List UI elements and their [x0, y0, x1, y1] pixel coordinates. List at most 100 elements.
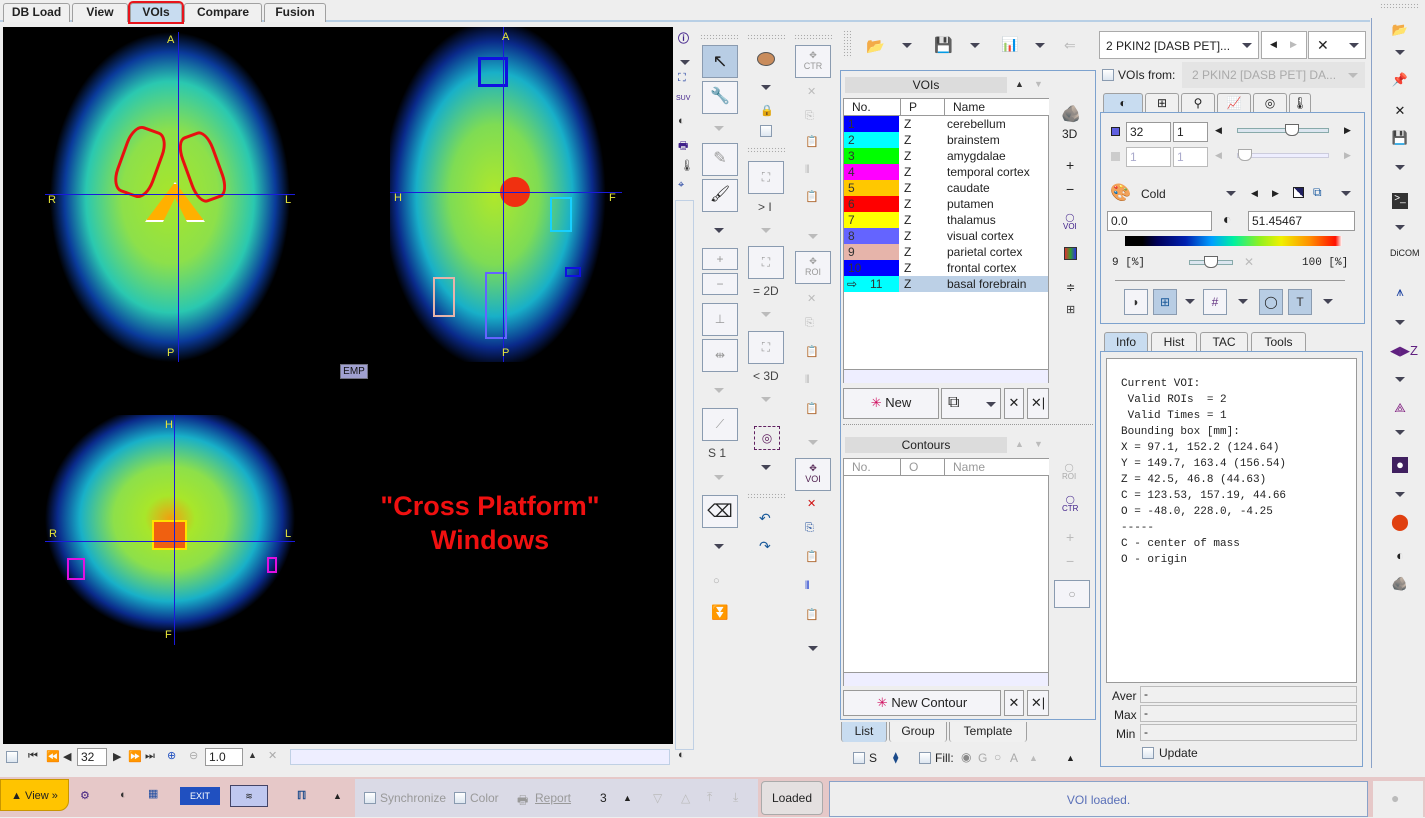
- chevron-down-icon[interactable]: [808, 234, 818, 239]
- chevron-down-icon[interactable]: [1395, 225, 1405, 230]
- column-name[interactable]: Name: [945, 459, 1049, 476]
- slice-input[interactable]: 32: [77, 748, 107, 766]
- user-icon[interactable]: ⩚: [1390, 284, 1410, 300]
- text-button[interactable]: T: [1288, 289, 1312, 315]
- chevron-down-icon[interactable]: [1395, 377, 1405, 382]
- voi-row[interactable]: 11 Zbasal forebrain ⇨: [844, 276, 1048, 292]
- footer-up-icon[interactable]: ▲: [1066, 753, 1075, 763]
- collapse-up-icon[interactable]: ▲: [1015, 439, 1024, 449]
- close-icon[interactable]: ✕: [1317, 37, 1329, 54]
- voi-row[interactable]: 9 Zparietal cortex: [844, 244, 1048, 260]
- chevron-down-icon[interactable]: [902, 43, 912, 48]
- frame-next-icon[interactable]: ▶: [1344, 150, 1351, 161]
- tab-vois[interactable]: VOIs: [128, 1, 184, 24]
- slice-field[interactable]: 32: [1126, 122, 1171, 142]
- chevron-down-icon[interactable]: [714, 126, 724, 131]
- voi-hscrollbar[interactable]: [844, 369, 1048, 383]
- fill-checkbox[interactable]: [919, 752, 931, 764]
- prev-series-icon[interactable]: ◀: [1270, 39, 1277, 50]
- g-radio[interactable]: ◉: [961, 750, 971, 764]
- clear-threshold-icon[interactable]: ✕: [1244, 255, 1254, 269]
- crosshair-icon[interactable]: ⌖: [678, 179, 684, 192]
- paste-icon[interactable]: 📋: [805, 135, 819, 148]
- paste-icon[interactable]: 📋: [805, 345, 819, 358]
- mirror-icon[interactable]: ⫴: [805, 164, 810, 177]
- console-icon[interactable]: >_: [1392, 193, 1408, 209]
- align-icon[interactable]: ≑: [1066, 281, 1075, 294]
- tab-db-load[interactable]: DB Load: [3, 3, 70, 22]
- voi-row[interactable]: 8 Zvisual cortex: [844, 228, 1048, 244]
- voi-row[interactable]: 1 Zcerebellum: [844, 116, 1048, 132]
- contour-shape-button[interactable]: ○: [1054, 580, 1090, 608]
- chevron-down-icon[interactable]: [808, 440, 818, 445]
- horizontal-scrollbar[interactable]: [290, 749, 670, 765]
- frame-field[interactable]: 1: [1173, 122, 1208, 142]
- roi-icon[interactable]: ◯ ROI: [1062, 463, 1076, 481]
- tools-scrollbar[interactable]: [675, 200, 694, 750]
- sagittal-view[interactable]: A P H F: [390, 27, 622, 362]
- pointer-tool-button[interactable]: ↖: [702, 45, 738, 78]
- voi-color-swatch[interactable]: 3: [844, 148, 899, 164]
- color-icon[interactable]: [1064, 247, 1077, 260]
- column-name[interactable]: Name: [945, 99, 1049, 116]
- tab-marker[interactable]: ⚲: [1181, 93, 1215, 112]
- threshold-slider[interactable]: [1189, 256, 1233, 268]
- tab-group[interactable]: Group: [889, 722, 947, 742]
- region-select-icon[interactable]: ◎: [754, 426, 780, 450]
- network-icon[interactable]: ⟁: [1390, 400, 1410, 416]
- chevron-down-icon[interactable]: [808, 646, 818, 651]
- report-label[interactable]: Report: [535, 791, 571, 805]
- colormap-settings-icon[interactable]: ⧉: [1313, 185, 1322, 200]
- slice-next-icon[interactable]: ▶: [1344, 125, 1351, 136]
- green-down-icon[interactable]: ⏬: [711, 604, 728, 621]
- colormap-name[interactable]: Cold: [1141, 187, 1166, 201]
- tab-tac[interactable]: TAC: [1200, 332, 1248, 351]
- status-up-icon[interactable]: ▲: [333, 791, 342, 801]
- s-checkbox[interactable]: [853, 752, 865, 764]
- threshold-greater-button[interactable]: ⛶: [748, 161, 784, 194]
- colorbar[interactable]: [1125, 236, 1342, 246]
- mirror-icon[interactable]: ⫴: [805, 374, 810, 387]
- move-contour-button[interactable]: ✥ CTR: [795, 45, 831, 78]
- delete-icon[interactable]: ✕: [807, 292, 816, 305]
- voi-row[interactable]: 3 Zamygdalae: [844, 148, 1048, 164]
- voi-color-swatch[interactable]: 5: [844, 180, 899, 196]
- prev-colormap-icon[interactable]: ◀: [1251, 188, 1258, 199]
- calculator-icon[interactable]: ▦: [148, 787, 158, 800]
- chevron-down-icon[interactable]: [1185, 299, 1195, 304]
- paste-add-icon[interactable]: 📋: [805, 190, 819, 203]
- frame-prev-icon[interactable]: ◀: [1215, 150, 1222, 161]
- new-contour-button[interactable]: ✳ New Contour: [843, 690, 1001, 716]
- next-slice-icon[interactable]: ▶: [113, 750, 121, 763]
- voi-color-swatch[interactable]: 8: [844, 228, 899, 244]
- voi-color-swatch[interactable]: 4: [844, 164, 899, 180]
- mirror-voi-icon[interactable]: ⫴: [805, 580, 810, 593]
- delete-contour-button[interactable]: ✕: [1004, 690, 1024, 716]
- chevron-down-icon[interactable]: [1341, 191, 1351, 196]
- wrench-tool-button[interactable]: 🔧: [702, 81, 738, 114]
- chevron-down-icon[interactable]: [761, 85, 771, 90]
- prev-slice-icon[interactable]: ◀: [63, 750, 71, 763]
- column-no[interactable]: No.: [844, 459, 901, 476]
- series-selector[interactable]: 2 PKIN2 [DASB PET]...: [1099, 31, 1259, 59]
- slice-slider-thumb[interactable]: [1284, 124, 1299, 136]
- column-p[interactable]: P: [901, 99, 945, 116]
- viewer-option-checkbox[interactable]: [6, 751, 18, 763]
- last-slice-icon[interactable]: ⏭: [145, 750, 155, 763]
- voi-row[interactable]: 10 Zfrontal cortex: [844, 260, 1048, 276]
- colormap-dropdown-icon[interactable]: [1226, 191, 1236, 196]
- add-button[interactable]: +: [702, 248, 738, 270]
- move-up-icon[interactable]: △: [681, 791, 690, 805]
- add-voi-icon[interactable]: +: [1066, 157, 1074, 173]
- frame-field-2[interactable]: 1: [1173, 147, 1208, 167]
- coronal-view[interactable]: H F R L: [45, 415, 295, 645]
- zoom-input[interactable]: 1.0: [205, 748, 243, 766]
- palette-icon[interactable]: 🎨: [1110, 183, 1131, 203]
- roi-display-icon[interactable]: ●: [1392, 457, 1408, 473]
- save-icon[interactable]: 💾: [1390, 130, 1410, 146]
- axial-view[interactable]: A P R L: [45, 32, 295, 362]
- delete-voi-button[interactable]: ✕: [1004, 388, 1024, 419]
- collapse-down-icon[interactable]: ▼: [1034, 439, 1043, 449]
- open-folder-icon[interactable]: 📂: [866, 37, 885, 55]
- tab-template[interactable]: Template: [949, 722, 1027, 742]
